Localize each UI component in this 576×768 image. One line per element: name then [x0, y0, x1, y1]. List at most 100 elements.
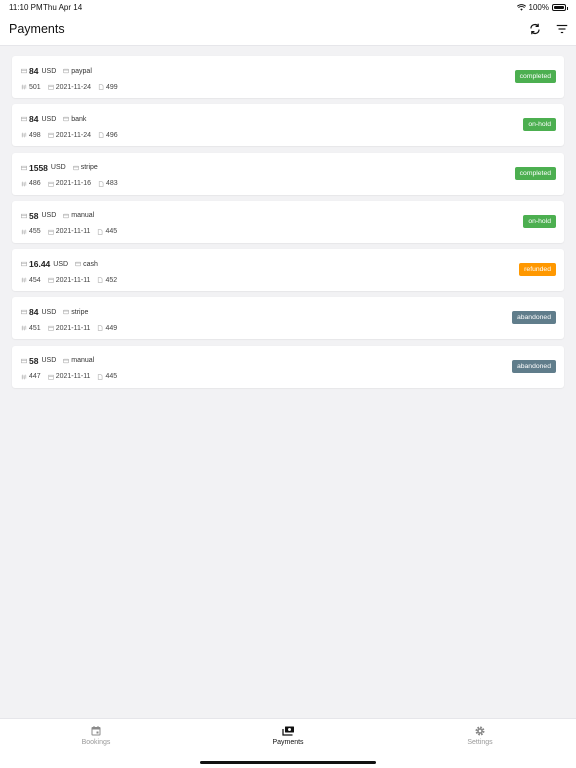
payment-currency: USD	[41, 212, 57, 220]
payment-amount: 58	[29, 355, 39, 366]
status-badge[interactable]: completed	[514, 166, 556, 180]
hash-icon	[21, 277, 27, 283]
payment-date: 2021-11-24	[55, 83, 91, 91]
payment-id-group: 447	[21, 373, 41, 380]
calendar-icon	[47, 374, 54, 380]
app-header: Payments	[0, 14, 576, 46]
document-icon	[98, 229, 103, 235]
refresh-icon[interactable]	[528, 22, 542, 36]
payment-summary: 84 USD stripe	[21, 306, 88, 318]
payment-booking-group: 499	[98, 84, 118, 91]
payment-card[interactable]: 84 USD paypal 501 2021-11-24 499 complet…	[12, 56, 564, 98]
payment-booking-group: 452	[97, 277, 117, 284]
battery-percent: 100%	[528, 3, 549, 12]
calendar-icon	[47, 84, 54, 90]
payment-amount: 84	[29, 114, 39, 125]
payment-id: 455	[29, 228, 41, 236]
payment-method: manual	[71, 212, 95, 220]
wifi-icon	[516, 4, 526, 11]
payment-id: 447	[29, 373, 41, 381]
payment-date-group: 2021-11-11	[47, 228, 90, 235]
payment-id-group: 501	[21, 84, 41, 91]
payment-booking: 496	[105, 131, 118, 139]
calendar-icon	[47, 229, 54, 235]
hash-icon	[21, 132, 27, 138]
payment-id-group: 486	[21, 180, 41, 187]
payment-card[interactable]: 16.44 USD cash 454 2021-11-11 452 refund…	[12, 249, 564, 292]
payment-id-group: 498	[21, 132, 41, 139]
payments-icon	[281, 726, 294, 736]
payment-method: manual	[71, 357, 95, 365]
payment-id-group: 454	[21, 277, 41, 284]
hash-icon	[21, 374, 27, 380]
payment-method: stripe	[71, 308, 89, 316]
tab-payments-label: Payments	[272, 739, 304, 746]
payment-card[interactable]: 58 USD manual 447 2021-11-11 445 abandon…	[12, 345, 564, 388]
card-icon	[72, 165, 79, 170]
payment-date-group: 2021-11-11	[47, 325, 90, 332]
filter-icon[interactable]	[555, 22, 569, 36]
card-icon	[63, 358, 70, 363]
status-badge[interactable]: abandoned	[511, 359, 556, 373]
payment-amount: 84	[29, 66, 39, 76]
payment-booking: 445	[105, 228, 118, 236]
card-icon	[63, 68, 70, 74]
payment-date-group: 2021-11-24	[47, 83, 91, 91]
document-icon	[98, 132, 104, 138]
payment-date-group: 2021-11-24	[47, 131, 91, 139]
tab-bookings[interactable]: Bookings	[66, 725, 126, 746]
payment-summary: 1558 USD stripe	[21, 162, 98, 174]
payment-currency: USD	[41, 308, 57, 316]
payment-method: bank	[71, 115, 87, 123]
payment-id: 486	[29, 180, 41, 188]
status-date: Thu Apr 14	[43, 3, 83, 12]
status-time: 11:10 PM	[9, 3, 43, 12]
home-indicator	[200, 761, 376, 764]
card-icon	[75, 262, 82, 267]
payment-currency: USD	[41, 115, 57, 123]
status-badge[interactable]: on-hold	[523, 118, 556, 132]
payment-card[interactable]: 84 USD stripe 451 2021-11-11 449 abandon…	[12, 297, 564, 340]
tab-settings[interactable]: Settings	[450, 725, 510, 746]
payment-date-group: 2021-11-11	[47, 373, 90, 380]
payment-method: paypal	[71, 67, 92, 75]
payment-booking: 452	[105, 276, 118, 284]
payment-method: stripe	[80, 164, 98, 172]
status-badge[interactable]: on-hold	[523, 214, 556, 228]
payment-card[interactable]: 84 USD bank 498 2021-11-24 496 on-hold	[12, 104, 564, 147]
payment-date-group: 2021-11-16	[47, 180, 91, 187]
money-icon	[21, 213, 27, 218]
payment-meta: 486 2021-11-16 483	[21, 179, 125, 189]
tab-payments[interactable]: Payments	[258, 725, 318, 746]
payment-date: 2021-11-24	[55, 131, 91, 139]
payment-booking: 483	[105, 180, 118, 188]
status-badge[interactable]: completed	[514, 70, 556, 83]
document-icon	[98, 374, 103, 380]
status-badge[interactable]: abandoned	[511, 311, 556, 325]
payments-list: 84 USD paypal 501 2021-11-24 499 complet…	[12, 56, 564, 394]
payment-meta: 498 2021-11-24 496	[21, 130, 125, 140]
payment-date-group: 2021-11-11	[47, 277, 90, 284]
money-icon	[21, 310, 27, 315]
payment-currency: USD	[53, 260, 69, 268]
payment-meta: 447 2021-11-11 445	[21, 372, 124, 382]
status-badge[interactable]: refunded	[519, 263, 556, 277]
payment-method: cash	[83, 260, 98, 268]
status-bar: 11:10 PM Thu Apr 14 100%	[0, 0, 576, 14]
payment-booking-group: 445	[97, 228, 117, 235]
money-icon	[21, 68, 27, 74]
payment-currency: USD	[41, 357, 57, 365]
calendar-icon	[47, 326, 54, 332]
payment-id: 501	[29, 83, 41, 91]
document-icon	[98, 180, 104, 187]
page-title: Payments	[9, 22, 65, 36]
tab-bookings-label: Bookings	[81, 739, 111, 746]
payment-summary: 84 USD bank	[21, 113, 86, 125]
hash-icon	[21, 229, 27, 235]
payment-card[interactable]: 58 USD manual 455 2021-11-11 445 on-hold	[12, 200, 564, 243]
payment-booking-group: 496	[98, 132, 118, 139]
tab-bar: Bookings Payments Settings	[0, 718, 576, 768]
payment-summary: 84 USD paypal	[21, 65, 92, 77]
card-icon	[63, 117, 70, 122]
payment-card[interactable]: 1558 USD stripe 486 2021-11-16 483 compl…	[12, 152, 564, 195]
